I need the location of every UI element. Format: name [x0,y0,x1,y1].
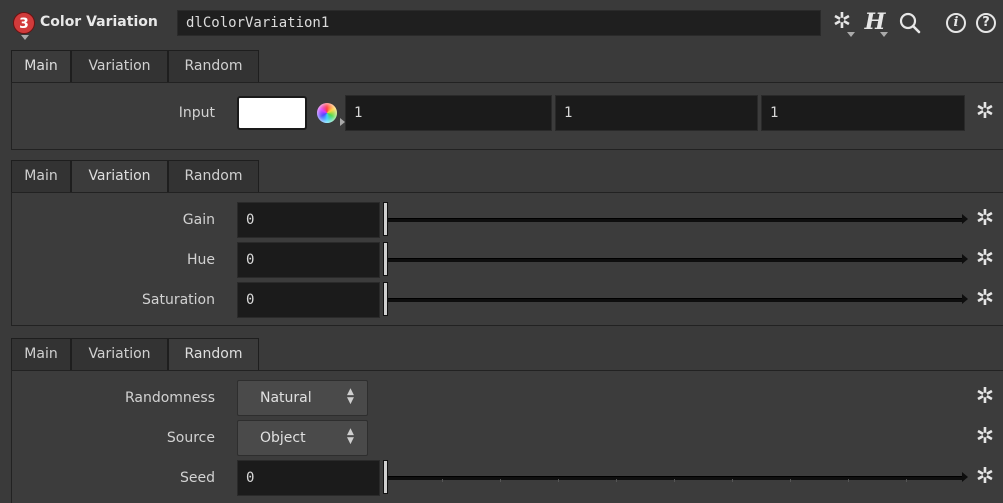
variation-section: Main Variation Random Gain 0 ✲ Hue 0 ✲ S… [11,160,1003,328]
source-gear-icon[interactable]: ✲ [974,426,996,448]
seed-slider-track[interactable] [384,476,962,480]
hue-gear-icon[interactable]: ✲ [974,248,996,270]
tab-variation[interactable]: Variation [71,338,168,370]
source-dropdown[interactable]: Object ▲ ▼ [237,420,368,456]
node-name-field[interactable]: dlColorVariation1 [177,10,821,36]
node-type-label: Color Variation [40,14,158,30]
gain-slider-track[interactable] [384,218,962,222]
tab-random[interactable]: Random [168,338,259,370]
gain-field[interactable]: 0 [237,202,380,238]
hue-label: Hue [186,252,215,268]
updown-arrows-icon: ▲ ▼ [347,427,354,446]
main-panel: Input 1 1 1 ✲ [11,82,1003,150]
tab-variation[interactable]: Variation [71,50,168,82]
h-dropdown-arrow [880,32,888,37]
gear-icon[interactable]: ✲ [829,10,855,37]
main-section: Main Variation Random Input 1 1 1 ✲ [11,50,1003,150]
tab-main[interactable]: Main [11,160,71,192]
updown-arrows-icon: ▲ ▼ [347,387,354,406]
randomness-gear-icon[interactable]: ✲ [974,386,996,408]
search-icon[interactable] [897,10,923,36]
seed-label: Seed [180,470,215,486]
seed-tick [500,479,501,482]
seed-slider-handle[interactable] [383,460,388,494]
seed-tick [674,479,675,482]
variation-panel: Gain 0 ✲ Hue 0 ✲ Saturation 0 ✲ [11,192,1003,326]
parameter-header: 3 Color Variation dlColorVariation1 ✲ H … [0,0,1003,48]
gain-slider-handle[interactable] [383,202,388,236]
hue-field[interactable]: 0 [237,242,380,278]
tab-bar: Main Variation Random [11,50,1003,82]
gain-slider-end [962,214,968,224]
saturation-gear-icon[interactable]: ✲ [974,288,996,310]
random-section: Main Variation Random Randomness Natural… [11,338,1003,503]
random-panel: Randomness Natural ▲ ▼ ✲ Source Object ▲ ▼… [11,370,1003,503]
tab-random[interactable]: Random [168,160,259,192]
tab-main[interactable]: Main [11,338,71,370]
source-label: Source [166,430,215,446]
hue-slider-handle[interactable] [383,242,388,276]
seed-gear-icon[interactable]: ✲ [974,466,996,488]
seed-tick [558,479,559,482]
tab-bar: Main Variation Random [11,338,1003,370]
seed-tick [442,479,443,482]
input-r-field[interactable]: 1 [345,95,552,131]
tab-bar: Main Variation Random [11,160,1003,192]
hue-slider-end [962,254,968,264]
input-b-field[interactable]: 1 [761,95,965,131]
tab-variation[interactable]: Variation [71,160,168,192]
randomness-dropdown[interactable]: Natural ▲ ▼ [237,380,368,416]
tab-main[interactable]: Main [11,50,71,82]
hue-slider-track[interactable] [384,258,962,262]
seed-tick [906,479,907,482]
gain-label: Gain [182,212,215,228]
seed-field[interactable]: 0 [237,460,380,496]
badge-dropdown-arrow [21,35,29,40]
saturation-label: Saturation [142,292,215,308]
seed-tick [848,479,849,482]
tab-random[interactable]: Random [168,50,259,82]
seed-tick [790,479,791,482]
seed-tick [732,479,733,482]
saturation-slider-end [962,294,968,304]
randomness-label: Randomness [124,390,215,406]
saturation-slider-track[interactable] [384,298,962,302]
gain-gear-icon[interactable]: ✲ [974,208,996,230]
input-g-field[interactable]: 1 [555,95,758,131]
seed-tick [616,479,617,482]
search-icon-svg [899,12,921,34]
node-badge-icon[interactable]: 3 [13,12,35,40]
seed-slider-end [962,472,968,482]
input-color-swatch[interactable] [237,96,307,130]
help-icon[interactable]: ? [976,13,996,33]
houdini-h-icon[interactable]: H [862,10,888,37]
saturation-field[interactable]: 0 [237,282,380,318]
info-icon[interactable]: i [946,13,966,33]
input-gear-icon[interactable]: ✲ [974,101,996,123]
saturation-slider-handle[interactable] [383,282,388,316]
color-wheel-icon[interactable] [317,103,337,123]
gear-dropdown-arrow [847,32,855,37]
input-label: Input [178,105,215,121]
